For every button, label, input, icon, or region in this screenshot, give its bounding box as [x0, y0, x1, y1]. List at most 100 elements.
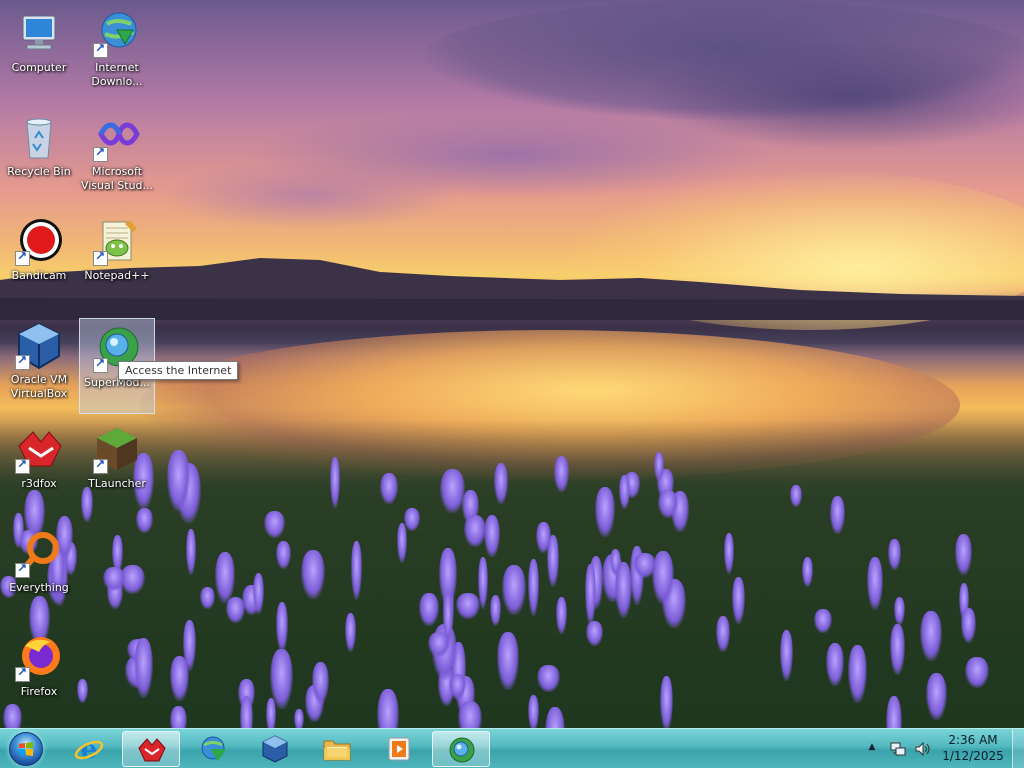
shortcut-arrow-icon [93, 145, 108, 162]
wallpaper-flower [633, 553, 656, 578]
wallpaper-flower [170, 656, 189, 701]
media-player-icon [388, 737, 410, 761]
wallpaper-flower [484, 515, 500, 557]
wallpaper-flower [536, 522, 551, 553]
bandicam-icon [15, 218, 63, 266]
taskbar-windows-explorer[interactable] [308, 731, 366, 767]
shortcut-arrow-icon [93, 356, 108, 373]
desktop-icon-tlauncher[interactable]: TLauncher [79, 420, 155, 516]
folder-icon [323, 740, 351, 761]
wallpaper-flower [716, 616, 730, 652]
wallpaper-flower [428, 632, 450, 657]
wallpaper-flower [253, 573, 264, 614]
desktop-icon-virtualbox[interactable]: Oracle VM VirtualBox [1, 316, 77, 412]
desktop-icon-notepad-plus-plus[interactable]: Notepad++ [79, 212, 155, 308]
taskbar-media-player[interactable] [370, 731, 428, 767]
volume-icon[interactable] [914, 741, 932, 757]
wallpaper-flower [780, 630, 793, 681]
shortcut-arrow-icon [15, 353, 30, 370]
wallpaper-flower [345, 613, 356, 652]
wallpaper-flower [380, 473, 398, 504]
wallpaper-flower [312, 662, 329, 704]
network-icon[interactable] [890, 741, 906, 757]
desktop-icon-label: Notepad++ [84, 269, 150, 282]
desktop-icon-recycle-bin[interactable]: Recycle Bin [1, 108, 77, 204]
wallpaper-flower [528, 695, 539, 728]
wallpaper-flower [301, 550, 325, 599]
r3dfox-icon [138, 738, 166, 762]
taskbar-internet-explorer[interactable]: e [60, 731, 118, 767]
desktop-icon-label: Computer [11, 61, 67, 74]
desktop-icon-computer[interactable]: Computer [1, 4, 77, 100]
everything-search-icon [15, 530, 63, 578]
wallpaper-flower [826, 643, 844, 686]
wallpaper-flower [585, 564, 596, 625]
supermodem-icon [449, 737, 475, 763]
desktop-icon-label: Internet Downlo... [91, 61, 143, 88]
desktop-icon-label: TLauncher [88, 477, 146, 490]
wallpaper-flower [732, 577, 745, 624]
clock[interactable]: 2:36 AM 1/12/2025 [940, 732, 1006, 764]
shortcut-arrow-icon [15, 457, 30, 474]
wallpaper-flower [802, 557, 813, 587]
wallpaper-flower [497, 632, 519, 690]
wallpaper-flower [888, 539, 901, 570]
desktop-icon-r3dfox[interactable]: r3dfox [1, 420, 77, 516]
show-hidden-icons-button[interactable]: ▲ [866, 742, 878, 754]
wallpaper-flower [502, 565, 526, 615]
wallpaper-flower [294, 709, 304, 728]
wallpaper-flower [186, 529, 196, 575]
wallpaper-flower [170, 706, 187, 728]
desktop-icon-label: Microsoft Visual Stud... [80, 165, 154, 192]
wallpaper-flower [330, 457, 340, 508]
shortcut-arrow-icon [15, 665, 30, 682]
recycle-bin-icon [15, 114, 63, 162]
wallpaper-flower [377, 689, 399, 728]
wallpaper-flower [615, 562, 632, 618]
wallpaper-flower [554, 456, 569, 492]
windows-flag-icon [19, 742, 33, 756]
taskbar-r3dfox[interactable] [122, 731, 180, 767]
wallpaper-flower [955, 534, 972, 575]
wallpaper-flower [449, 674, 466, 699]
show-desktop-button[interactable] [1012, 729, 1024, 768]
wallpaper-flower [920, 611, 942, 661]
wallpaper-flower [397, 523, 407, 563]
taskbar-supermodem[interactable] [432, 731, 490, 767]
wallpaper-flower [790, 485, 802, 507]
wallpaper-flower [830, 496, 845, 534]
desktop-icon-internet-download-manager[interactable]: Internet Downlo... [79, 4, 155, 100]
wallpaper-flower [724, 533, 734, 574]
wallpaper-flower [926, 673, 947, 720]
wallpaper-flower [586, 621, 603, 646]
wallpaper-flower [961, 608, 976, 643]
wallpaper-flower [528, 559, 539, 616]
wallpaper-flower [134, 638, 153, 698]
r3dfox-icon [15, 426, 63, 474]
virtualbox-icon [15, 322, 63, 370]
taskbar: e ▲ 2:36 AM 1/12/2025 [0, 728, 1024, 768]
wallpaper-flower [490, 595, 501, 626]
wallpaper-flower [276, 602, 288, 652]
wallpaper-flower [200, 587, 215, 609]
wallpaper-flower [619, 475, 630, 509]
wallpaper-flower [660, 676, 673, 728]
shortcut-arrow-icon [93, 457, 108, 474]
start-button[interactable] [4, 730, 48, 768]
wallpaper-flower [264, 511, 285, 538]
wallpaper-flower [867, 557, 883, 610]
taskbar-virtualbox[interactable] [246, 731, 304, 767]
wallpaper-flower [351, 541, 362, 600]
internet-download-manager-icon [201, 736, 226, 761]
wallpaper-flower [595, 487, 615, 537]
notepad-plus-plus-icon [93, 218, 141, 266]
wallpaper-flower [814, 609, 832, 633]
wallpaper-flower [658, 490, 678, 518]
shortcut-arrow-icon [93, 249, 108, 266]
desktop-icon-visual-studio[interactable]: Microsoft Visual Stud... [79, 108, 155, 204]
desktop-icon-bandicam[interactable]: Bandicam [1, 212, 77, 308]
desktop-icon-firefox[interactable]: Firefox [1, 628, 77, 724]
desktop-icon-everything[interactable]: Everything [1, 524, 77, 620]
taskbar-internet-download-manager[interactable] [184, 731, 242, 767]
wallpaper-flower [458, 701, 482, 728]
